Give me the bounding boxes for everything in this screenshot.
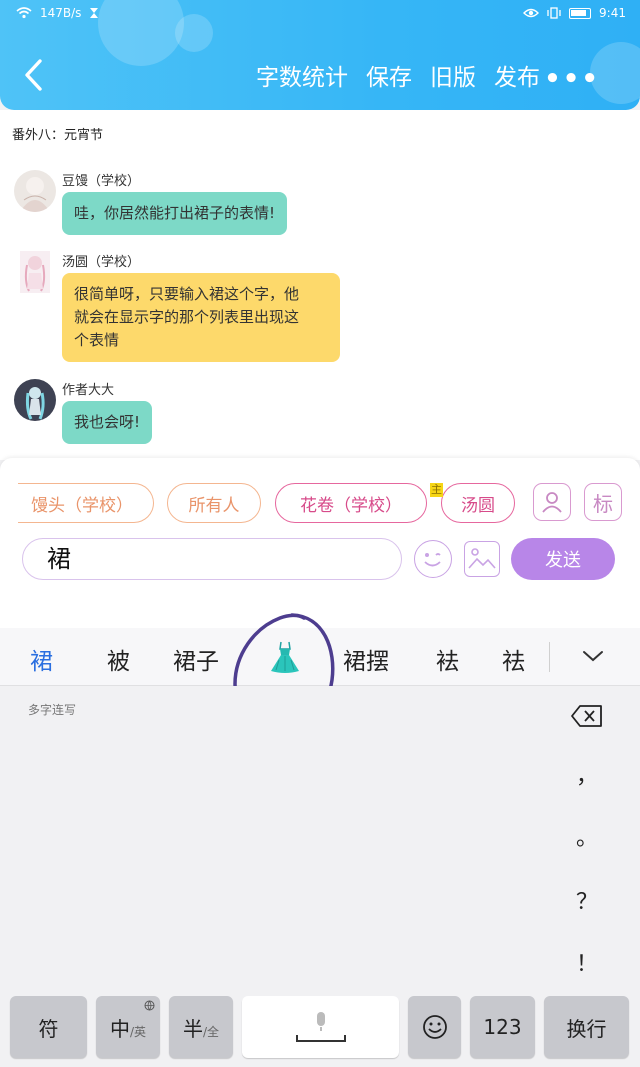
battery-icon [569,7,592,19]
role-chip[interactable]: 所有人 [167,483,261,523]
word-count-button[interactable]: 字数统计 [256,58,348,92]
message-input[interactable]: 裙 [22,538,402,580]
multi-char-label: 多字连写 [28,703,77,717]
message-line: 很简单呀，只要输入裙这个字，他 [74,285,300,303]
candidate-item[interactable]: 被 [107,642,130,676]
sender-name: 作者大大 [62,383,115,398]
wifi-icon [16,7,32,19]
role-selector: 馒头（学校） 所有人 花卷（学校） 汤圆 标 [0,483,640,525]
save-button[interactable]: 保存 [366,58,412,92]
smiley-icon [424,553,441,567]
avatar[interactable] [14,170,56,212]
tag-button[interactable]: 标 [584,483,622,521]
emoji-button[interactable] [414,540,452,578]
candidate-item[interactable]: 祛 [502,642,525,676]
exclamation-key[interactable]: ！ [576,946,598,978]
more-menu-button[interactable]: ••• [544,64,600,94]
publish-button[interactable]: 发布 [494,58,540,92]
chapter-title: 番外八：元宵节 [12,128,104,143]
microphone-icon [295,1012,346,1042]
send-button[interactable]: 发送 [511,538,615,580]
role-marker: 主 [430,483,443,497]
sender-name: 豆馒（学校） [62,174,141,189]
contact-button[interactable] [533,483,571,521]
avatar[interactable] [14,379,56,421]
cn-en-toggle-key[interactable]: 中/英 [96,996,160,1058]
candidate-item[interactable]: 袪 [436,642,459,676]
network-speed: 147B/s [40,6,82,20]
app-header: 147B/s 9:41 字数统计 保存 旧版 发布 ••• [0,0,640,110]
status-bar: 147B/s 9:41 [0,0,640,28]
message-bubble: 很简单呀，只要输入裙这个字，他 就会在显示字的那个列表里出现这 个表情 [62,273,340,362]
hourglass-icon [90,8,99,18]
chevron-down-icon[interactable] [582,648,604,664]
image-icon [468,548,496,569]
person-icon [542,492,562,513]
back-arrow-icon[interactable] [22,58,46,92]
symbol-key[interactable]: 符 [10,996,87,1058]
numeric-key[interactable]: 123 [470,996,535,1058]
avatar[interactable] [20,251,50,293]
old-version-button[interactable]: 旧版 [430,58,476,92]
message-line: 个表情 [74,331,120,349]
sender-name: 汤圆（学校） [62,255,141,270]
globe-icon [144,1000,155,1011]
eye-icon [523,8,540,18]
space-key[interactable] [242,996,399,1058]
role-chip[interactable]: 馒头（学校） [18,483,154,523]
period-key[interactable]: 。 [576,820,598,852]
image-button[interactable] [464,541,500,577]
role-chip[interactable]: 汤圆 [441,483,515,523]
emoji-key[interactable] [408,996,461,1058]
message-line: 就会在显示字的那个列表里出现这 [74,308,300,326]
half-label: 半 [182,1016,203,1041]
cn-label: 中 [109,1016,130,1041]
half-full-toggle-key[interactable]: 半/全 [169,996,233,1058]
candidate-item[interactable]: 裙子 [173,642,219,676]
candidate-item[interactable]: 裙 [30,642,53,676]
header-actions: 字数统计 保存 旧版 发布 [256,58,540,92]
full-label: /全 [202,1024,220,1039]
message-bubble: 哇，你居然能打出裙子的表情! [62,192,288,235]
divider [549,642,550,672]
message-bubble: 我也会呀! [62,401,153,444]
en-label: /英 [129,1024,147,1039]
enter-key[interactable]: 换行 [544,996,629,1058]
vibrate-icon [547,7,561,19]
candidate-item[interactable]: 裙摆 [343,642,389,676]
clock: 9:41 [599,6,626,20]
comma-key[interactable]: ， [576,758,598,790]
backspace-icon[interactable] [570,704,604,728]
smiley-icon [422,1015,447,1039]
question-key[interactable]: ？ [576,884,598,916]
role-chip[interactable]: 花卷（学校） [275,483,427,523]
